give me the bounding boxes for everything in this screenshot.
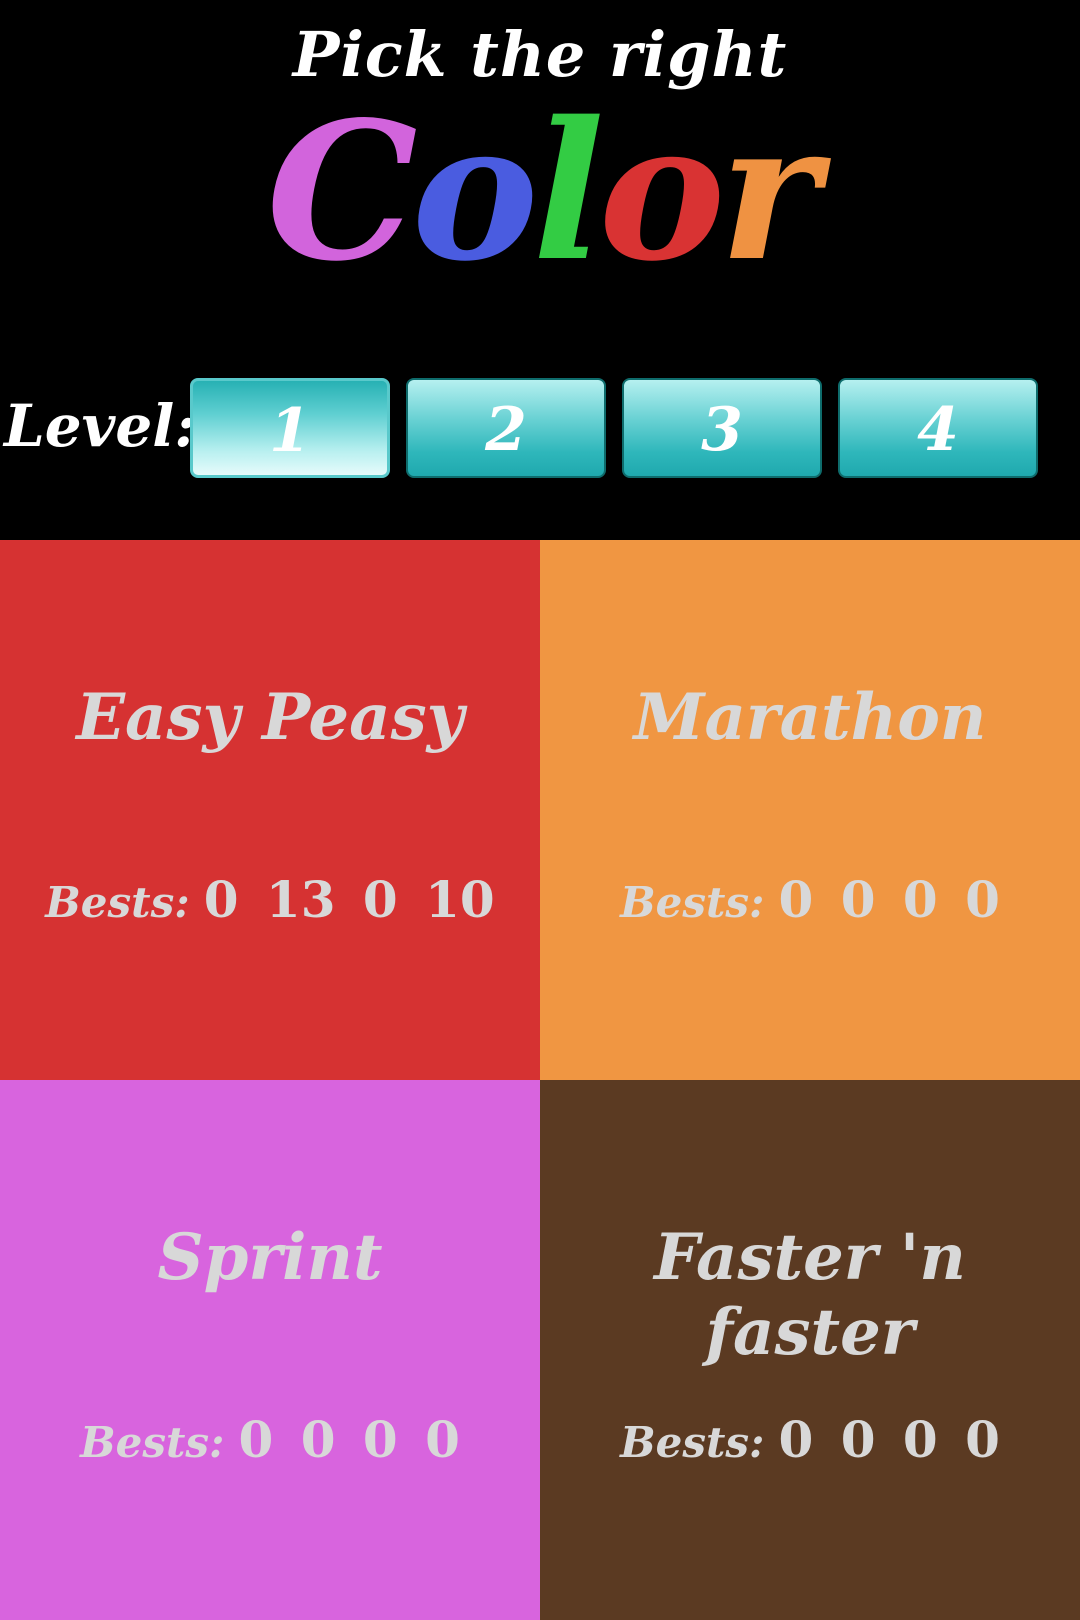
level-2-button[interactable]: 2	[406, 378, 606, 478]
mode-title: Easy Peasy	[76, 680, 464, 755]
logo-letter: l	[532, 80, 604, 303]
level-1-button[interactable]: 1	[190, 378, 390, 478]
mode-easy-peasy-tile[interactable]: Easy Peasy Bests: 0 13 0 10	[0, 540, 540, 1080]
bests-label: Bests:	[620, 878, 765, 927]
level-3-button[interactable]: 3	[622, 378, 822, 478]
bests-label: Bests:	[45, 878, 190, 927]
mode-title: Faster 'n faster	[654, 1220, 966, 1370]
bests-label: Bests:	[620, 1418, 765, 1467]
mode-bests: Bests: 0 13 0 10	[0, 870, 540, 929]
logo-letter: o	[598, 80, 726, 303]
bests-values: 0 13 0 10	[203, 870, 495, 929]
logo-letter: C	[266, 80, 418, 303]
header: Pick the right Color Level: 1 2 3 4	[0, 0, 1080, 540]
bests-values: 0 0 0 0	[778, 870, 1000, 929]
color-logo: Color	[0, 92, 1080, 292]
bests-values: 0 0 0 0	[778, 1410, 1000, 1469]
mode-title: Marathon	[633, 680, 987, 755]
level-selector: Level: 1 2 3 4	[0, 378, 1080, 486]
mode-title: Sprint	[157, 1220, 383, 1295]
mode-bests: Bests: 0 0 0 0	[0, 1410, 540, 1469]
level-4-button[interactable]: 4	[838, 378, 1038, 478]
mode-faster-n-faster-tile[interactable]: Faster 'n faster Bests: 0 0 0 0	[540, 1080, 1080, 1620]
bests-label: Bests:	[80, 1418, 225, 1467]
logo-letter: r	[719, 80, 819, 303]
bests-values: 0 0 0 0	[238, 1410, 460, 1469]
mode-marathon-tile[interactable]: Marathon Bests: 0 0 0 0	[540, 540, 1080, 1080]
mode-bests: Bests: 0 0 0 0	[540, 1410, 1080, 1469]
level-label: Level:	[4, 392, 196, 460]
logo-letter: o	[411, 80, 539, 303]
mode-bests: Bests: 0 0 0 0	[540, 870, 1080, 929]
mode-sprint-tile[interactable]: Sprint Bests: 0 0 0 0	[0, 1080, 540, 1620]
